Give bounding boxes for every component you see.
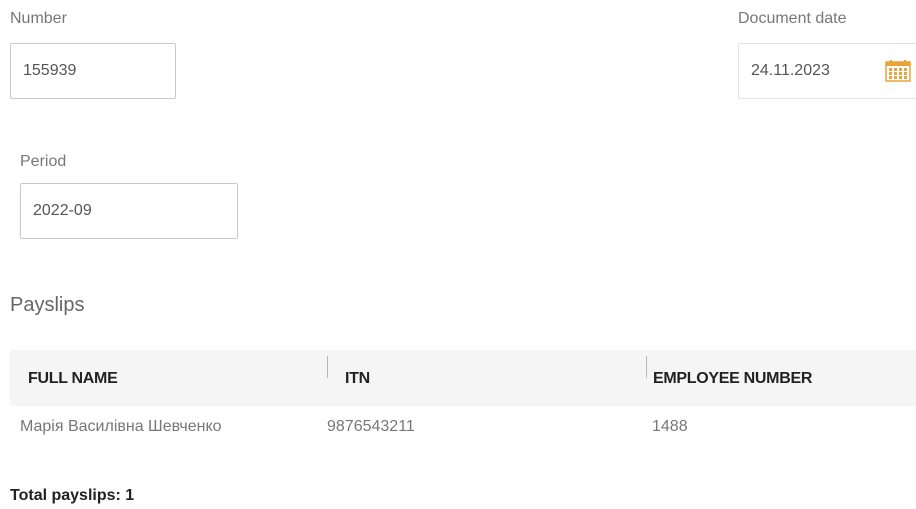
document-date-input[interactable] <box>739 44 879 98</box>
cell-employee-number: 1488 <box>652 418 688 435</box>
column-header-employee-number[interactable]: EMPLOYEE NUMBER <box>653 370 812 388</box>
number-label: Number <box>10 10 67 27</box>
column-divider[interactable] <box>327 356 328 378</box>
total-payslips: Total payslips: 1 <box>10 487 135 504</box>
calendar-icon[interactable] <box>885 60 911 82</box>
column-divider[interactable] <box>646 356 647 378</box>
document-date-field <box>738 43 916 99</box>
column-header-full-name[interactable]: FULL NAME <box>28 370 118 388</box>
cell-full-name: Марія Василівна Шевченко <box>20 418 222 435</box>
period-input[interactable] <box>20 183 238 239</box>
payroll-document-form: Number Document date Period Payslips FUL… <box>0 0 916 509</box>
period-label: Period <box>20 153 67 170</box>
column-header-itn[interactable]: ITN <box>345 370 370 388</box>
payslips-table-header: FULL NAME ITN EMPLOYEE NUMBER <box>10 350 916 406</box>
document-date-label: Document date <box>738 10 847 27</box>
number-input[interactable] <box>10 43 176 99</box>
cell-itn: 9876543211 <box>327 418 415 435</box>
payslips-title: Payslips <box>10 294 85 316</box>
